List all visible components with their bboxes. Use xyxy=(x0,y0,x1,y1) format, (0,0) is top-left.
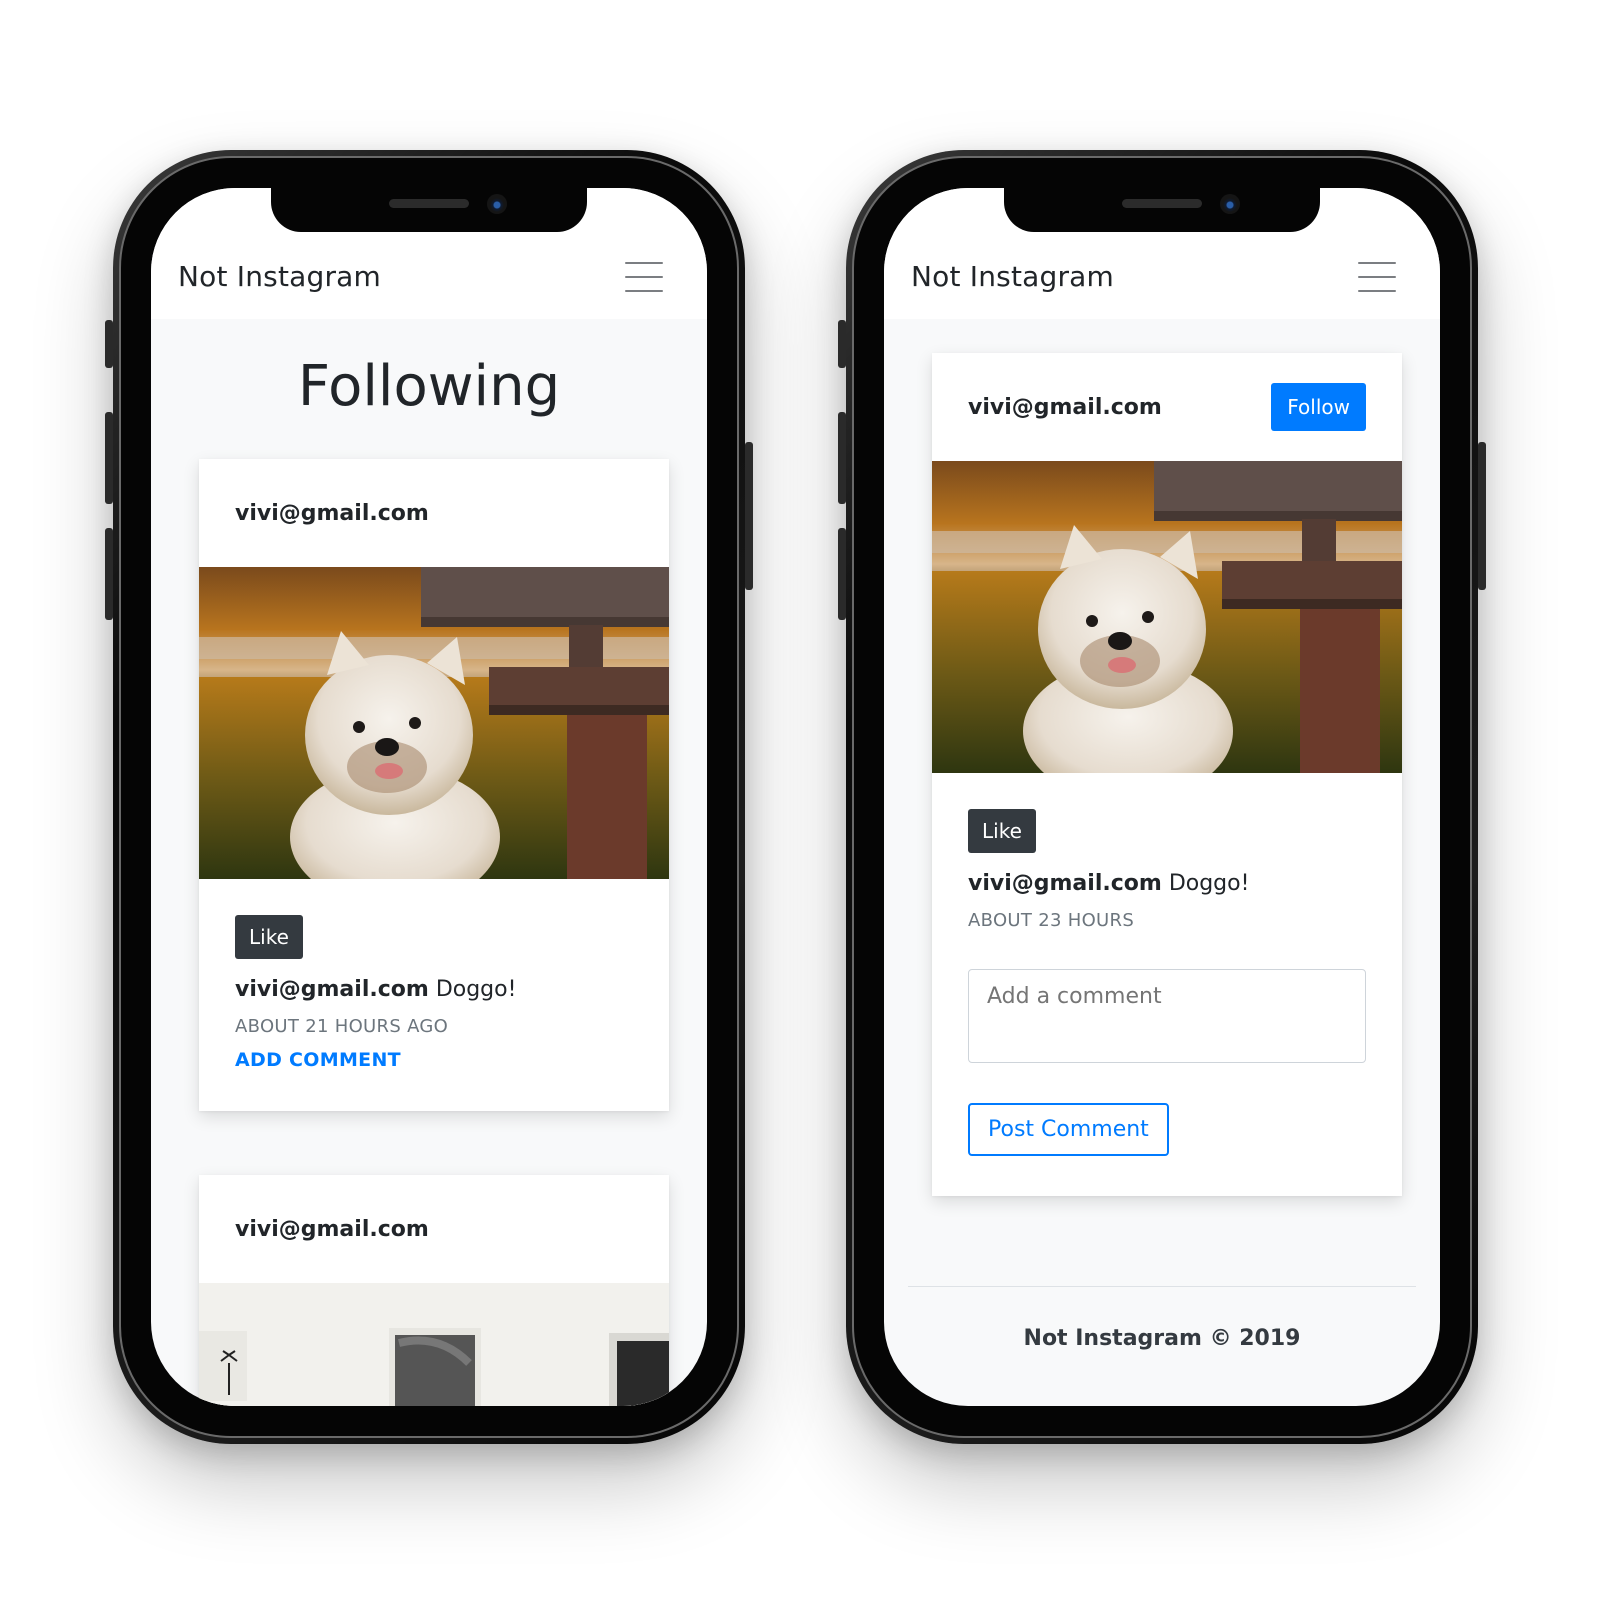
post-username[interactable]: vivi@gmail.com xyxy=(235,1217,429,1242)
caption-username[interactable]: vivi@gmail.com xyxy=(968,871,1162,896)
post-card: vivi@gmail.com xyxy=(199,1175,669,1406)
caption-text: Doggo! xyxy=(1168,871,1250,896)
notch xyxy=(1004,188,1320,232)
screen: Not Instagram vivi@gmail.com Follow Like… xyxy=(884,188,1440,1406)
dog-photo-illustration xyxy=(199,567,669,879)
post-caption: vivi@gmail.com Doggo! xyxy=(968,871,1366,896)
art-photo-illustration xyxy=(199,1283,669,1406)
caption-username[interactable]: vivi@gmail.com xyxy=(235,977,429,1002)
post-card-body: Like vivi@gmail.com Doggo! ABOUT 21 HOUR… xyxy=(199,879,669,1111)
post-caption: vivi@gmail.com Doggo! xyxy=(235,977,633,1002)
speaker xyxy=(1122,199,1202,208)
phone-volume-up xyxy=(838,412,846,504)
footer-divider xyxy=(908,1286,1416,1287)
post-photo-dog xyxy=(932,461,1402,773)
navbar-brand[interactable]: Not Instagram xyxy=(911,260,1114,293)
follow-button[interactable]: Follow xyxy=(1271,383,1366,431)
like-button[interactable]: Like xyxy=(968,809,1036,853)
front-camera xyxy=(487,194,507,214)
phone-volume-down xyxy=(105,528,113,620)
phone-power-button xyxy=(1478,442,1486,590)
post-photo-dog xyxy=(199,567,669,879)
add-comment-link[interactable]: ADD COMMENT xyxy=(235,1049,401,1071)
phone-volume-up xyxy=(105,412,113,504)
notch xyxy=(271,188,587,232)
post-card-header: vivi@gmail.com xyxy=(199,459,669,567)
phone-mute-switch xyxy=(105,320,113,368)
front-camera xyxy=(1220,194,1240,214)
post-photo-art xyxy=(199,1283,669,1406)
post-comment-button[interactable]: Post Comment xyxy=(968,1103,1169,1156)
phone-volume-down xyxy=(838,528,846,620)
footer-copyright: Not Instagram © 2019 xyxy=(1023,1326,1301,1351)
post-card-body: Like vivi@gmail.com Doggo! ABOUT 23 HOUR… xyxy=(932,773,1402,1196)
phone-bezel: Not Instagram Following vivi@gmail.com L… xyxy=(119,156,739,1438)
comment-input[interactable] xyxy=(968,969,1366,1063)
hamburger-menu-icon[interactable] xyxy=(625,262,663,292)
post-username[interactable]: vivi@gmail.com xyxy=(968,395,1162,420)
post-card: vivi@gmail.com xyxy=(199,459,669,1111)
hamburger-menu-icon[interactable] xyxy=(1358,262,1396,292)
phone-power-button xyxy=(745,442,753,590)
like-button[interactable]: Like xyxy=(235,915,303,959)
post-card-header: vivi@gmail.com Follow xyxy=(932,353,1402,461)
navbar-brand[interactable]: Not Instagram xyxy=(178,260,381,293)
post-detail-card: vivi@gmail.com Follow Like vivi@gmail.co… xyxy=(932,353,1402,1196)
speaker xyxy=(389,199,469,208)
phone-mute-switch xyxy=(838,320,846,368)
page-title: Following xyxy=(297,354,561,419)
post-timestamp: ABOUT 21 HOURS AGO xyxy=(235,1016,449,1037)
phone-left: Not Instagram Following vivi@gmail.com L… xyxy=(105,150,753,1444)
post-username[interactable]: vivi@gmail.com xyxy=(235,501,429,526)
post-timestamp: ABOUT 23 HOURS xyxy=(968,910,1135,931)
phone-bezel: Not Instagram vivi@gmail.com Follow Like… xyxy=(852,156,1472,1438)
post-card-header: vivi@gmail.com xyxy=(199,1175,669,1283)
screen: Not Instagram Following vivi@gmail.com L… xyxy=(151,188,707,1406)
caption-text: Doggo! xyxy=(435,977,517,1002)
dog-photo-illustration xyxy=(932,461,1402,773)
phone-right: Not Instagram vivi@gmail.com Follow Like… xyxy=(838,150,1486,1444)
